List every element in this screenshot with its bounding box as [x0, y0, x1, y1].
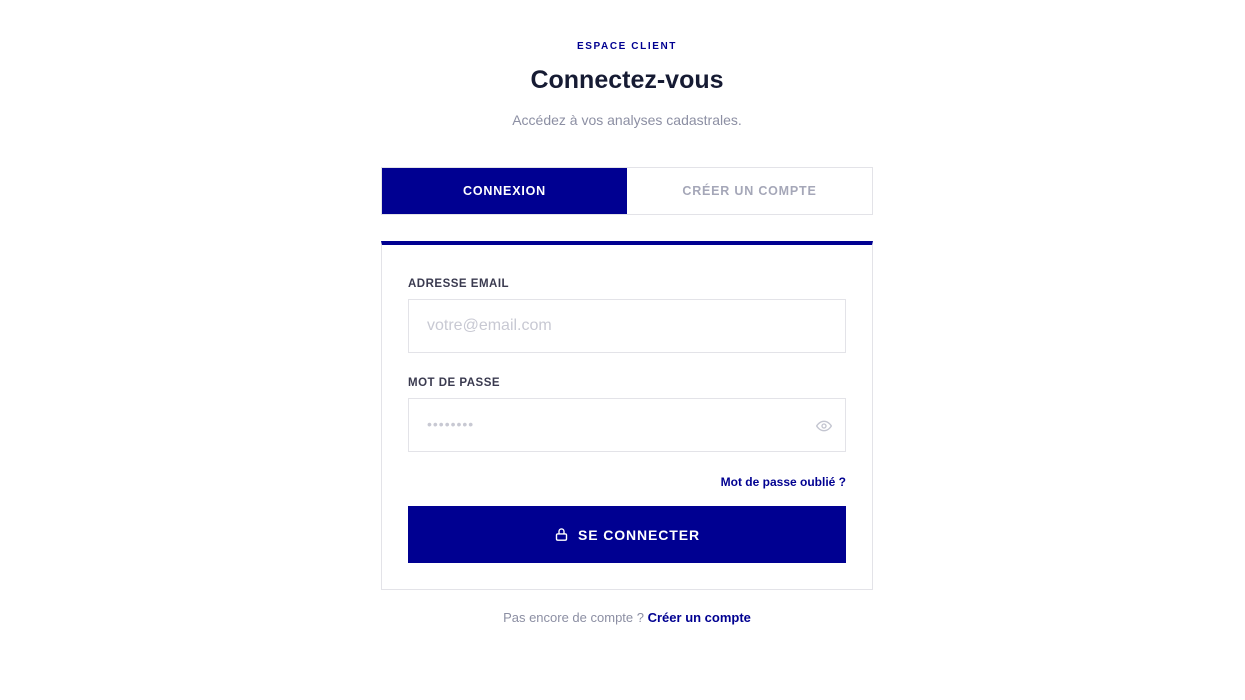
- lock-icon: [554, 527, 569, 542]
- signup-prompt-text: Pas encore de compte ?: [503, 610, 644, 625]
- forgot-password-link[interactable]: Mot de passe oublié ?: [721, 475, 846, 489]
- tab-connexion[interactable]: CONNEXION: [382, 168, 627, 214]
- tab-create-account[interactable]: CRÉER UN COMPTE: [627, 168, 872, 214]
- email-field-wrapper: [408, 299, 846, 353]
- password-input[interactable]: [427, 416, 827, 434]
- email-label: ADRESSE EMAIL: [408, 278, 510, 290]
- create-account-link[interactable]: Créer un compte: [648, 610, 751, 625]
- section-eyebrow: ESPACE CLIENT: [576, 41, 678, 52]
- signup-prompt: Pas encore de compte ? Créer un compte: [0, 610, 1245, 625]
- password-field-wrapper: [408, 398, 846, 452]
- page-title: Connectez-vous: [530, 66, 724, 94]
- password-label: MOT DE PASSE: [408, 377, 501, 389]
- login-card: ADRESSE EMAIL MOT DE PASSE Mot de passe …: [381, 241, 873, 590]
- page-subtitle: Accédez à vos analyses cadastrales.: [512, 112, 742, 128]
- submit-label: SE CONNECTER: [577, 526, 701, 543]
- eye-icon[interactable]: [815, 417, 833, 435]
- login-submit-button[interactable]: SE CONNECTER: [408, 506, 846, 563]
- login-page: ESPACE CLIENT Connectez-vous Accédez à v…: [0, 0, 1245, 700]
- auth-tabs: CONNEXION CRÉER UN COMPTE: [381, 167, 873, 215]
- email-input[interactable]: [427, 317, 827, 335]
